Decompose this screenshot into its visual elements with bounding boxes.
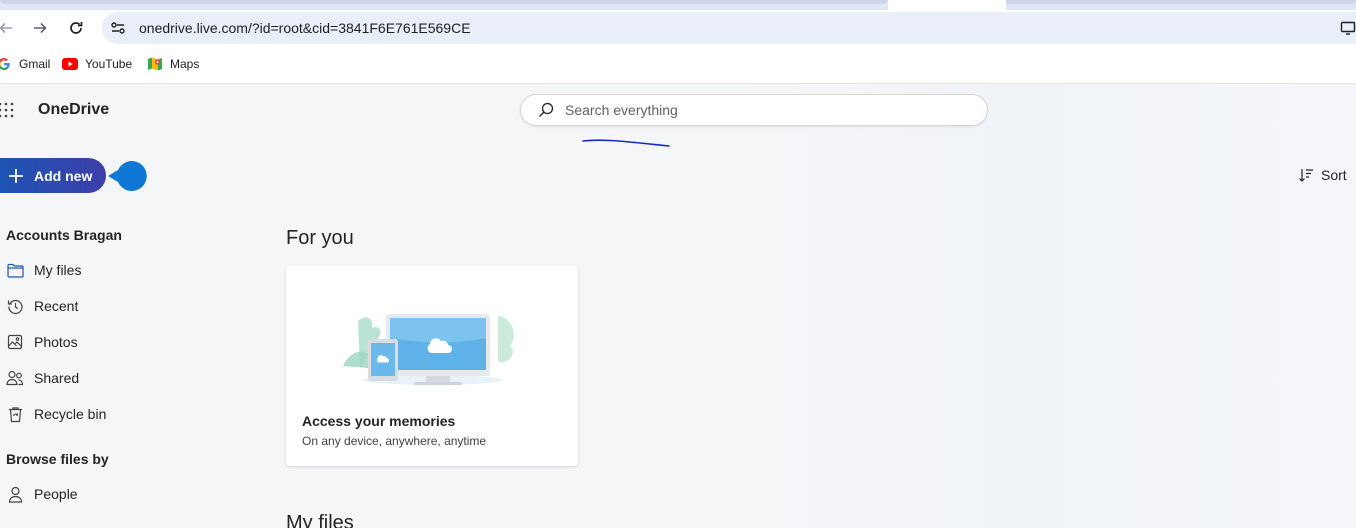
bookmark-maps[interactable]: Maps (147, 56, 199, 72)
sort-label: Sort (1321, 167, 1347, 183)
card-subtitle: On any device, anywhere, anytime (302, 434, 487, 448)
bookmark-label: Maps (170, 57, 200, 71)
arrow-left-icon (0, 22, 12, 34)
app-title[interactable]: OneDrive (38, 101, 109, 119)
add-new-label: Add new (34, 167, 93, 184)
account-name: Accounts Bragan (6, 227, 122, 243)
sidebar-item-label: My files (34, 262, 82, 278)
teaching-bubble-marker (108, 161, 147, 191)
forward-button[interactable] (28, 16, 52, 40)
person-icon (6, 485, 24, 503)
section-heading-my-files: My files (286, 512, 354, 528)
bookmarks-bar: Gmail YouTube Maps (0, 46, 1356, 84)
plus-icon (9, 168, 23, 183)
arrow-right-icon (34, 22, 47, 34)
add-new-button[interactable]: Add new (0, 158, 106, 193)
browser-tab[interactable] (1006, 0, 1356, 4)
app-launcher-icon[interactable] (0, 102, 14, 118)
sidebar-item-label: Shared (34, 370, 80, 386)
browser-tab-strip (0, 0, 1356, 10)
sidebar-item-label: Recycle bin (34, 406, 107, 422)
onedrive-app: OneDrive Add new Sort Accounts Bragan My… (0, 85, 1356, 528)
section-heading-for-you: For you (286, 227, 354, 249)
browser-tab-active[interactable] (888, 0, 1006, 10)
youtube-icon (62, 56, 78, 72)
sidebar-item-recent[interactable]: Recent (6, 292, 246, 320)
site-info-icon[interactable] (110, 20, 126, 36)
sidebar-item-label: People (34, 486, 78, 502)
folder-icon (6, 261, 24, 279)
image-icon (6, 333, 24, 351)
url-text[interactable]: onedrive.live.com/?id=root&cid=3841F6E76… (139, 20, 471, 36)
browser-toolbar: onedrive.live.com/?id=root&cid=3841F6E76… (0, 10, 1356, 46)
cast-icon[interactable] (1340, 20, 1356, 36)
sidebar-item-label: Photos (34, 334, 78, 350)
sidebar-item-label: Recent (34, 298, 79, 314)
reload-icon (70, 22, 83, 34)
bookmark-label: YouTube (85, 57, 133, 71)
sort-button[interactable]: Sort (1298, 167, 1347, 183)
back-button[interactable] (0, 16, 18, 40)
sidebar-item-people[interactable]: People (6, 480, 246, 508)
search-icon (539, 102, 554, 117)
pen-annotation-mark (582, 139, 670, 147)
sidebar-item-shared[interactable]: Shared (6, 364, 246, 392)
bookmark-youtube[interactable]: YouTube (62, 56, 132, 72)
google-icon (0, 56, 12, 72)
sort-icon (1299, 169, 1313, 182)
bookmark-gmail[interactable]: Gmail (0, 56, 50, 72)
history-icon (6, 297, 24, 315)
search-input[interactable] (565, 102, 945, 118)
sidebar-item-recycle-bin[interactable]: Recycle bin (6, 400, 246, 428)
recycle-bin-icon (6, 405, 24, 423)
browse-section-title: Browse files by (6, 451, 109, 467)
for-you-card[interactable]: Access your memories On any device, anyw… (286, 266, 578, 466)
reload-button[interactable] (64, 16, 88, 40)
card-title: Access your memories (302, 413, 456, 429)
people-icon (6, 369, 24, 387)
search-box[interactable] (520, 94, 988, 126)
bookmark-label: Gmail (19, 57, 51, 71)
sidebar-item-my-files[interactable]: My files (6, 256, 246, 284)
browser-tab[interactable] (0, 0, 888, 4)
address-bar[interactable]: onedrive.live.com/?id=root&cid=3841F6E76… (102, 12, 1356, 44)
devices-cloud-illustration (343, 314, 514, 385)
maps-icon (147, 56, 163, 72)
sidebar-item-photos[interactable]: Photos (6, 328, 246, 356)
